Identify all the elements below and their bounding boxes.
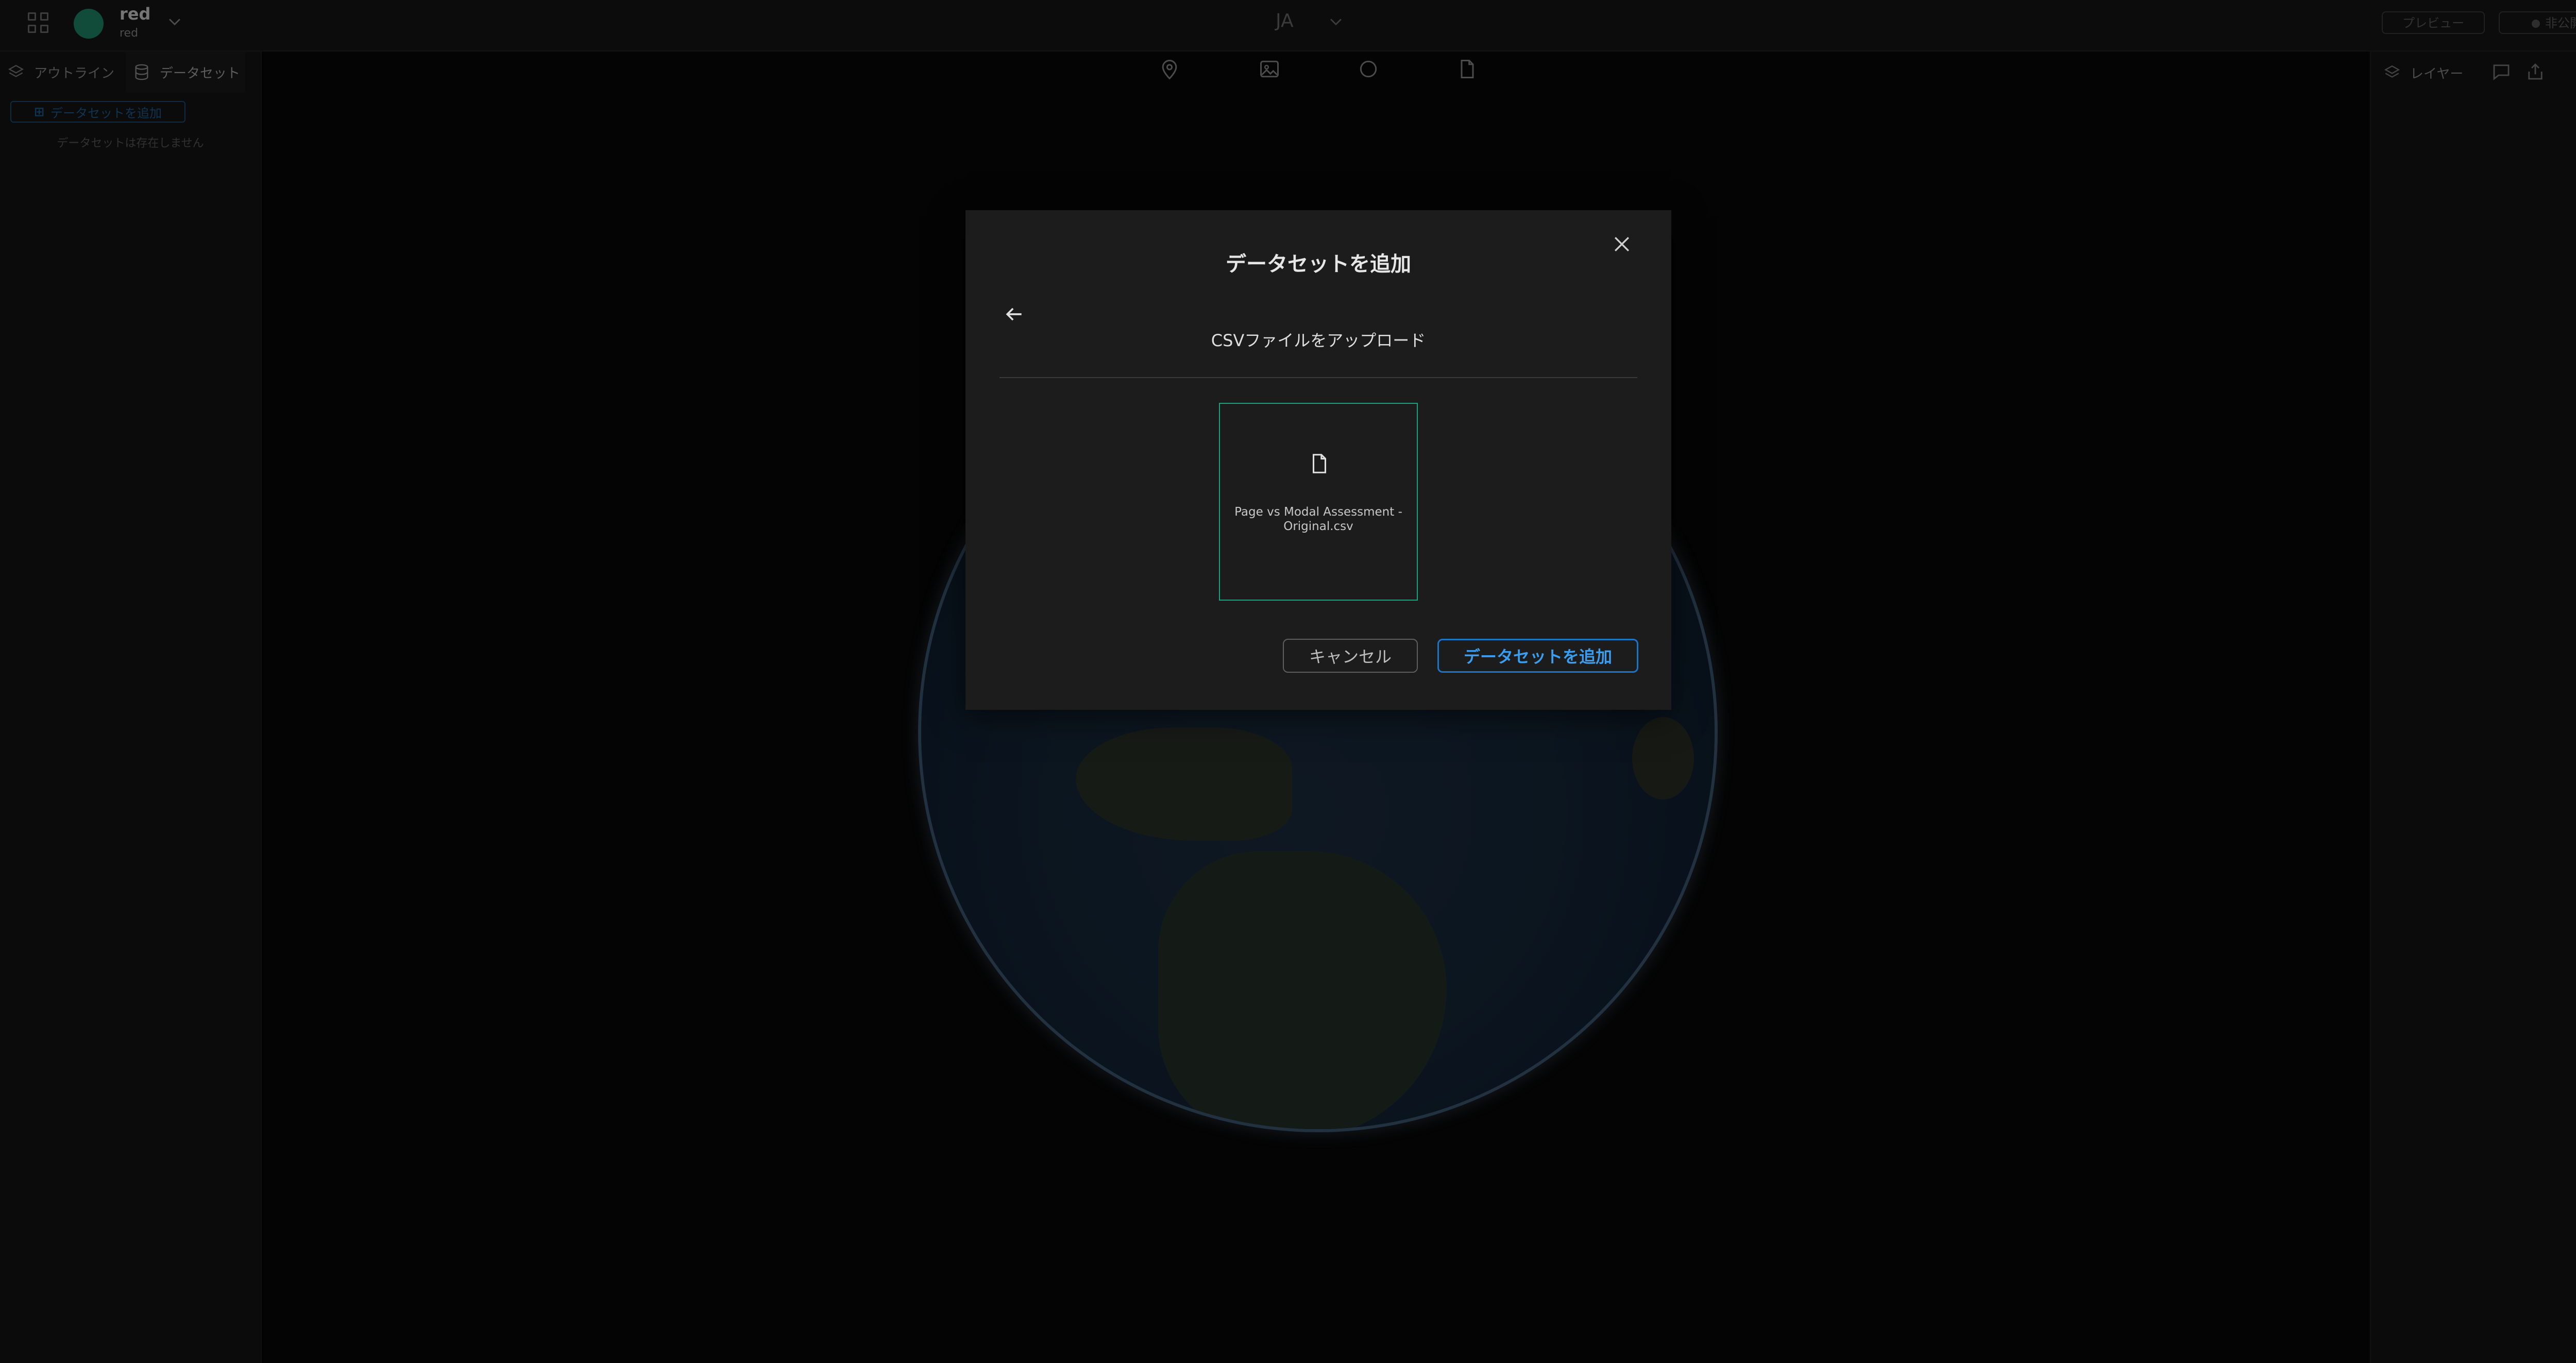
cancel-button[interactable]: キャンセル	[1283, 639, 1418, 673]
add-dataset-confirm-button[interactable]: データセットを追加	[1437, 639, 1638, 673]
file-icon	[1312, 454, 1327, 473]
close-icon[interactable]	[1611, 233, 1633, 255]
divider	[999, 377, 1637, 378]
uploaded-file-card[interactable]: Page vs Modal Assessment - Original.csv	[1219, 403, 1418, 601]
modal-subtitle: CSVファイルをアップロード	[1211, 331, 1426, 350]
file-name: Page vs Modal Assessment - Original.csv	[1234, 505, 1402, 533]
add-dataset-modal: データセットを追加 CSVファイルをアップロード Page vs Modal A…	[965, 210, 1671, 710]
modal-title: データセットを追加	[1226, 252, 1411, 276]
arrow-left-icon[interactable]	[1003, 303, 1025, 326]
